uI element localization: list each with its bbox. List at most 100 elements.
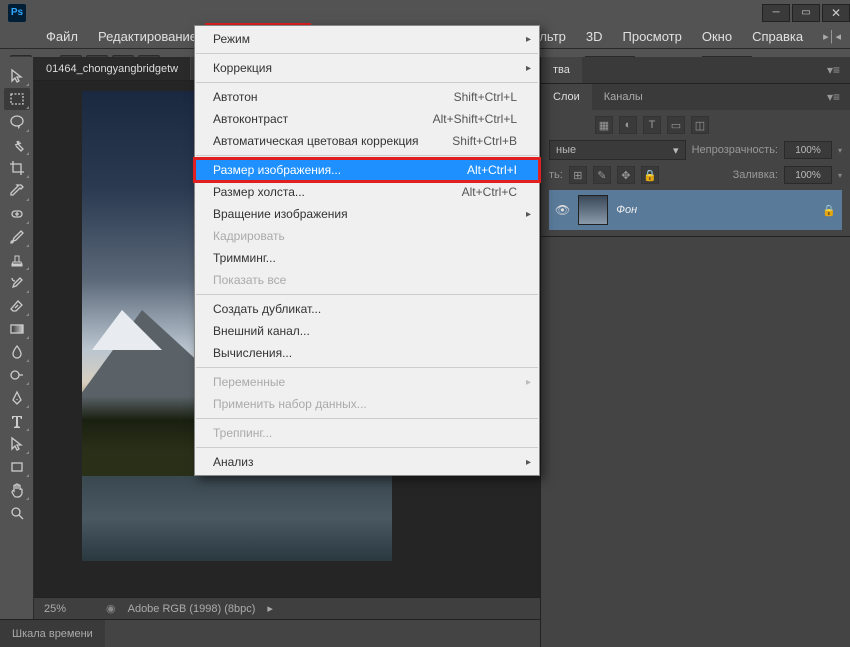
- blend-mode-select[interactable]: ные▾: [549, 140, 686, 160]
- minimize-button[interactable]: ─: [762, 4, 790, 22]
- zoom-level[interactable]: 25%: [44, 603, 94, 615]
- menu-3d[interactable]: 3D: [576, 25, 613, 48]
- collapse-panels-icon[interactable]: ▸│◂: [813, 25, 850, 48]
- status-bar: 25% ◉ Adobe RGB (1998) (8bpc) ▸: [34, 597, 540, 619]
- menu-item-label: Применить набор данных...: [213, 397, 367, 411]
- menu-item: Треппинг...: [195, 422, 539, 444]
- menu-item[interactable]: Коррекция: [195, 57, 539, 79]
- history-tab[interactable]: тва: [541, 57, 582, 83]
- menu-item-label: Внешний канал...: [213, 324, 310, 338]
- menu-item[interactable]: Вращение изображения: [195, 203, 539, 225]
- clone-stamp-tool[interactable]: [4, 249, 30, 271]
- menu-item-label: Размер изображения...: [213, 163, 341, 177]
- panel-menu-icon[interactable]: ▾≡: [823, 90, 844, 104]
- opacity-drop-icon[interactable]: ▾: [838, 146, 842, 155]
- eyedropper-tool[interactable]: [4, 180, 30, 202]
- menu-help[interactable]: Справка: [742, 25, 813, 48]
- opacity-value[interactable]: 100%: [784, 141, 832, 159]
- menu-item-label: Кадрировать: [213, 229, 285, 243]
- filter-shape-icon[interactable]: ▭: [667, 116, 685, 134]
- type-tool[interactable]: [4, 410, 30, 432]
- layer-thumbnail[interactable]: [578, 195, 608, 225]
- crop-tool[interactable]: [4, 157, 30, 179]
- eraser-tool[interactable]: [4, 295, 30, 317]
- menu-item-label: Тримминг...: [213, 251, 276, 265]
- profile-more-icon[interactable]: ▸: [267, 602, 273, 615]
- menu-item[interactable]: Размер изображения... Alt+Ctrl+I: [195, 159, 539, 181]
- menu-file[interactable]: Файл: [36, 25, 88, 48]
- menu-item[interactable]: Тримминг...: [195, 247, 539, 269]
- hand-tool[interactable]: [4, 479, 30, 501]
- blur-tool[interactable]: [4, 341, 30, 363]
- titlebar: Ps ─ ▭ ✕: [0, 0, 850, 25]
- menu-item[interactable]: Создать дубликат...: [195, 298, 539, 320]
- menu-item[interactable]: Анализ: [195, 451, 539, 473]
- fill-label: Заливка:: [733, 169, 778, 181]
- menu-item-shortcut: Shift+Ctrl+B: [452, 134, 517, 148]
- menu-item[interactable]: Внешний канал...: [195, 320, 539, 342]
- path-selection-tool[interactable]: [4, 433, 30, 455]
- filter-adjust-icon[interactable]: ◐: [619, 116, 637, 134]
- menu-item[interactable]: Автотон Shift+Ctrl+L: [195, 86, 539, 108]
- menu-item[interactable]: АвтоконтрастAlt+Shift+Ctrl+L: [195, 108, 539, 130]
- menu-item-shortcut: Alt+Ctrl+I: [467, 163, 517, 177]
- menu-window[interactable]: Окно: [692, 25, 742, 48]
- zoom-tool[interactable]: [4, 502, 30, 524]
- menu-item[interactable]: Размер холста...Alt+Ctrl+C: [195, 181, 539, 203]
- lock-position-icon[interactable]: ✥: [617, 166, 635, 184]
- healing-brush-tool[interactable]: [4, 203, 30, 225]
- rectangle-tool[interactable]: [4, 456, 30, 478]
- menu-item[interactable]: Режим: [195, 28, 539, 50]
- magic-wand-tool[interactable]: [4, 134, 30, 156]
- menu-item-shortcut: Shift+Ctrl+L: [454, 90, 517, 104]
- lock-all-icon[interactable]: 🔒: [641, 166, 659, 184]
- panel-menu-icon[interactable]: ▾≡: [823, 63, 844, 77]
- visibility-icon[interactable]: 👁: [555, 203, 570, 217]
- lock-transparency-icon[interactable]: ⊞: [569, 166, 587, 184]
- fill-drop-icon[interactable]: ▾: [838, 171, 842, 180]
- nav-icon[interactable]: ◉: [106, 602, 116, 615]
- close-button[interactable]: ✕: [822, 4, 850, 22]
- filter-image-icon[interactable]: ▦: [595, 116, 613, 134]
- move-tool[interactable]: [4, 65, 30, 87]
- image-menu-dropdown: Режим Коррекция Автотон Shift+Ctrl+L Автокон…: [194, 25, 540, 476]
- menu-item: Переменные: [195, 371, 539, 393]
- dodge-tool[interactable]: [4, 364, 30, 386]
- document-tab[interactable]: 01464_chongyangbridgetw: [34, 57, 191, 80]
- pen-tool[interactable]: [4, 387, 30, 409]
- menu-item[interactable]: Вычисления...: [195, 342, 539, 364]
- brush-tool[interactable]: [4, 226, 30, 248]
- menu-item-label: Размер холста...: [213, 185, 305, 199]
- app-logo: Ps: [8, 4, 26, 22]
- menu-separator: [196, 367, 538, 368]
- right-panels: тва ▾≡ Слои Каналы ▾≡ ▦ ◐ T ▭ ◫ ные▾ Неп…: [540, 57, 850, 647]
- menu-item-label: Вычисления...: [213, 346, 292, 360]
- filter-smart-icon[interactable]: ◫: [691, 116, 709, 134]
- filter-type-icon[interactable]: T: [643, 116, 661, 134]
- menu-item[interactable]: Автоматическая цветовая коррекцияShift+C…: [195, 130, 539, 152]
- menu-item-label: Переменные: [213, 375, 285, 389]
- tools-panel: [0, 57, 34, 647]
- layer-name[interactable]: Фон: [616, 204, 637, 216]
- menu-item-label: Показать все: [213, 273, 286, 287]
- fill-value[interactable]: 100%: [784, 166, 832, 184]
- gradient-tool[interactable]: [4, 318, 30, 340]
- menu-item: Показать все: [195, 269, 539, 291]
- lock-paint-icon[interactable]: ✎: [593, 166, 611, 184]
- channels-tab[interactable]: Каналы: [592, 84, 655, 110]
- menu-item-label: Автотон: [213, 90, 258, 104]
- menu-edit[interactable]: Редактирование: [88, 25, 207, 48]
- window-controls: ─ ▭ ✕: [760, 4, 850, 22]
- lasso-tool[interactable]: [4, 111, 30, 133]
- layer-row[interactable]: 👁 Фон 🔒: [549, 190, 842, 230]
- menu-item-label: Автоконтраст: [213, 112, 288, 126]
- layers-tab[interactable]: Слои: [541, 84, 592, 110]
- maximize-button[interactable]: ▭: [792, 4, 820, 22]
- menu-view[interactable]: Просмотр: [613, 25, 692, 48]
- marquee-tool[interactable]: [4, 88, 30, 110]
- menu-item: Кадрировать: [195, 225, 539, 247]
- history-brush-tool[interactable]: [4, 272, 30, 294]
- lock-icon[interactable]: 🔒: [822, 204, 836, 217]
- menu-separator: [196, 294, 538, 295]
- timeline-tab[interactable]: Шкала времени: [0, 620, 105, 647]
